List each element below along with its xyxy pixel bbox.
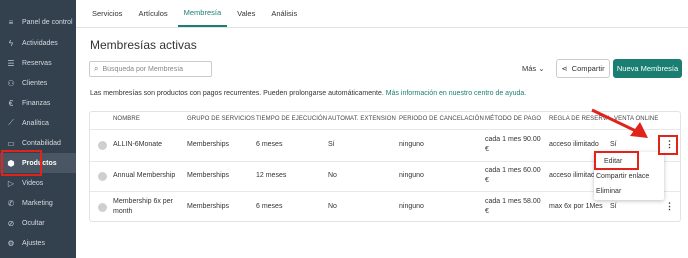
sidebar-item-label: Finanzas — [22, 99, 51, 107]
sidebar-item-ajustes[interactable]: ⚙ Ajustes — [0, 233, 76, 253]
cell-auto-ext: Sí — [328, 141, 335, 148]
info-text: Las membresías son productos con pagos r… — [90, 90, 526, 97]
highlight-productos — [1, 150, 42, 176]
highlight-editar — [594, 151, 639, 170]
cell-duration: 12 meses — [256, 172, 287, 179]
arrow-shaft — [591, 108, 639, 134]
sidebar-item-label: Actividades — [22, 39, 58, 47]
more-dropdown[interactable]: Más ⌄ — [522, 64, 545, 73]
user-icon: ⚇ — [7, 78, 15, 88]
highlight-kebab — [658, 135, 678, 155]
sidebar-item-finanzas[interactable]: € Finanzas — [0, 93, 76, 113]
sidebar-item-reservas[interactable]: ☰ Reservas — [0, 53, 76, 73]
cell-online: Sí — [610, 141, 617, 148]
cell-name[interactable]: Membership 6x per month — [113, 197, 183, 217]
play-icon: ▷ — [7, 178, 15, 188]
menu-item-eliminar[interactable]: Eliminar — [596, 188, 621, 195]
eye-slash-icon: ⊘ — [7, 218, 15, 228]
search-box[interactable]: ⌕ — [89, 61, 212, 77]
more-label: Más — [522, 64, 537, 73]
cell-group: Memberships — [187, 203, 230, 210]
sidebar-item-panel[interactable]: ≡ Panel de control — [0, 12, 76, 32]
euro-icon: € — [8, 98, 14, 108]
search-input[interactable] — [102, 65, 203, 73]
cell-payment: cada 1 mes 58.00 € — [485, 198, 541, 215]
chevron-down-icon: ⌄ — [538, 64, 545, 73]
cell-rule: max 6x por 1Mes — [549, 203, 603, 210]
row-select-radio[interactable] — [98, 141, 107, 150]
tab-bar: Servicios Artículos Membresía Vales Anál… — [76, 0, 688, 28]
cell-auto-ext: No — [328, 172, 337, 179]
header-grupo: GRUPO DE SERVICIOS — [187, 116, 256, 122]
menu-item-compartir[interactable]: Compartir enlace — [596, 173, 649, 180]
list-icon: ☰ — [7, 58, 15, 68]
cell-duration: 6 meses — [256, 203, 283, 210]
info-description: Las membresías son productos con pagos r… — [90, 90, 384, 97]
search-icon: ⌕ — [94, 64, 99, 73]
tab-membresia[interactable]: Membresía — [177, 0, 228, 27]
row-select-radio[interactable] — [98, 203, 107, 212]
header-pago: MÉTODO DE PAGO — [485, 116, 542, 122]
tab-vales[interactable]: Vales — [231, 0, 261, 27]
chart-icon: ⟋ — [8, 118, 14, 127]
sidebar-item-marketing[interactable]: ✆ Marketing — [0, 193, 76, 213]
sidebar-item-label: Contabilidad — [22, 139, 61, 147]
bolt-icon: ϟ — [8, 38, 14, 48]
cell-payment: cada 1 mes 90.00 € — [485, 136, 541, 153]
sidebar-item-label: Marketing — [22, 199, 53, 207]
sidebar-item-clientes[interactable]: ⚇ Clientes — [0, 73, 76, 93]
header-nombre: NOMBRE — [113, 116, 140, 122]
sidebar-item-label: Videos — [22, 179, 44, 187]
megaphone-icon: ✆ — [7, 198, 15, 208]
cell-online: Sí — [610, 203, 617, 210]
sidebar-item-label: Reservas — [22, 59, 52, 67]
share-icon: ⋖ — [561, 64, 568, 73]
share-label: Compartir — [571, 64, 605, 73]
tab-analisis[interactable]: Análisis — [265, 0, 303, 27]
row-divider — [90, 191, 680, 192]
cell-duration: 6 meses — [256, 141, 283, 148]
cell-name[interactable]: ALLIN-6Monate — [113, 141, 162, 148]
header-tiempo: TIEMPO DE EJECUCIÓN — [256, 116, 328, 122]
more-vertical-icon[interactable]: ⋮ — [665, 201, 674, 212]
cell-rule: acceso ilimitado — [549, 172, 599, 179]
header-cancelacion: PERIODO DE CANCELACIÓN — [399, 116, 484, 122]
row-select-radio[interactable] — [98, 172, 107, 181]
cell-cancel: ninguno — [399, 203, 424, 210]
cell-cancel: ninguno — [399, 172, 424, 179]
bars-icon: ≡ — [8, 17, 14, 27]
help-link[interactable]: Más información en nuestro centro de ayu… — [386, 90, 526, 97]
cell-group: Memberships — [187, 172, 230, 179]
cell-rule: acceso ilimitado — [549, 141, 599, 148]
sidebar-item-label: Analítica — [22, 119, 49, 127]
cell-name[interactable]: Annual Membership — [113, 172, 175, 179]
cell-group: Memberships — [187, 141, 230, 148]
tab-articulos[interactable]: Artículos — [132, 0, 173, 27]
arrow-annotation — [591, 108, 648, 138]
share-button[interactable]: ⋖ Compartir — [556, 59, 610, 78]
gear-icon: ⚙ — [7, 238, 15, 248]
sidebar-item-analitica[interactable]: ⟋ Analítica — [0, 113, 76, 133]
sidebar-item-label: Panel de control — [22, 18, 73, 26]
page-title: Membresías activas — [90, 38, 197, 52]
new-membership-button[interactable]: Nueva Membresía — [613, 59, 682, 78]
cell-payment: cada 1 mes 60.00 € — [485, 167, 541, 184]
sidebar-item-ocultar[interactable]: ⊘ Ocultar — [0, 213, 76, 233]
header-extension: AUTOMAT. EXTENSION — [328, 116, 396, 122]
sidebar-item-label: Ajustes — [22, 239, 45, 247]
row-divider — [90, 161, 680, 162]
tab-servicios[interactable]: Servicios — [86, 0, 128, 27]
file-icon: ▭ — [7, 138, 15, 148]
sidebar-item-videos[interactable]: ▷ Videos — [0, 173, 76, 193]
sidebar-item-actividades[interactable]: ϟ Actividades — [0, 33, 76, 53]
sidebar-item-label: Ocultar — [22, 219, 45, 227]
cell-cancel: ninguno — [399, 141, 424, 148]
sidebar-item-label: Clientes — [22, 79, 48, 87]
cell-auto-ext: No — [328, 203, 337, 210]
sidebar: ≡ Panel de control ϟ Actividades ☰ Reservas… — [0, 0, 76, 258]
